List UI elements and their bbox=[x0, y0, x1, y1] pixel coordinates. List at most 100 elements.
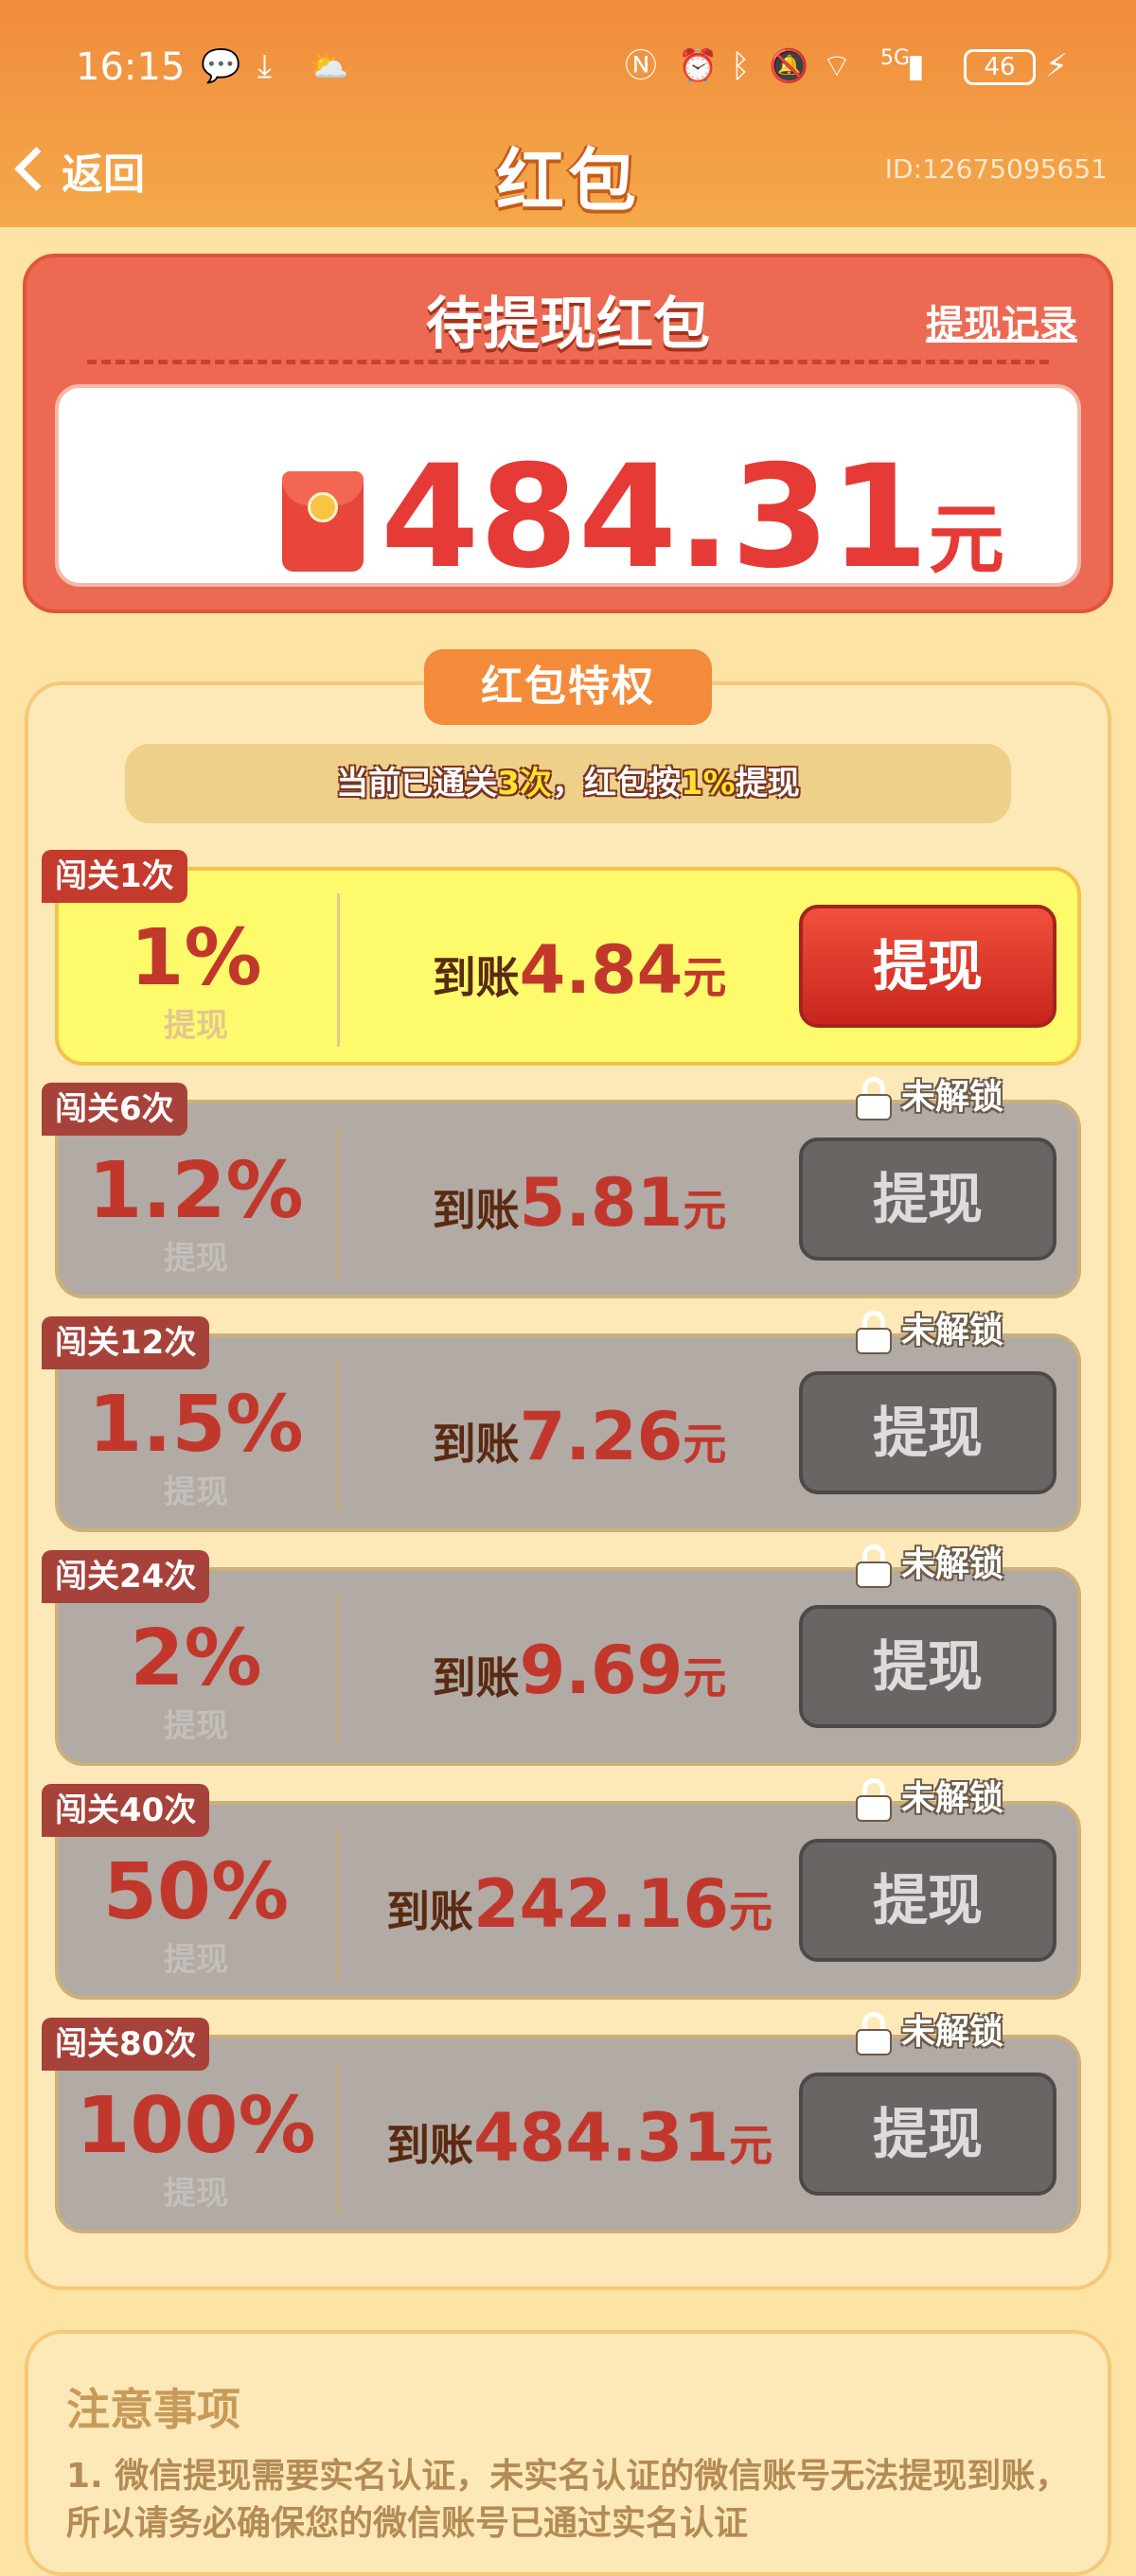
download-icon: ⤓ bbox=[257, 47, 273, 85]
receive-label: 到账 bbox=[432, 952, 520, 1003]
tier-percent-label: 提现 bbox=[164, 1941, 228, 1979]
tier-level-ribbon: 闯关12次 bbox=[42, 1316, 210, 1369]
lock-icon bbox=[855, 1311, 892, 1354]
tier-divider bbox=[337, 1594, 340, 1747]
tier-divider bbox=[337, 1827, 340, 1981]
pending-amount-unit: 元 bbox=[928, 496, 1004, 584]
tier-receive: 到账7.26元 bbox=[343, 1394, 816, 1497]
withdraw-button-disabled[interactable]: 提现 bbox=[799, 1839, 1056, 1962]
locked-badge: 未解锁 bbox=[855, 1773, 1003, 1826]
receive-label: 到账 bbox=[432, 1652, 520, 1703]
amount-box: 484.31元 bbox=[55, 384, 1081, 589]
notice-count: 3次 bbox=[497, 765, 552, 803]
withdraw-record-link[interactable]: 提现记录 bbox=[926, 293, 1077, 348]
wechat-icon: 💬 bbox=[201, 47, 241, 85]
progress-notice: 当前已通关3次，红包按1%提现 bbox=[125, 744, 1011, 823]
tier-percent-label: 提现 bbox=[164, 1240, 228, 1278]
receive-label: 到账 bbox=[432, 1419, 520, 1470]
tier-percent: 2% bbox=[130, 1614, 262, 1703]
receive-unit: 元 bbox=[683, 1652, 727, 1703]
receive-unit: 元 bbox=[683, 952, 727, 1003]
receive-unit: 元 bbox=[683, 1185, 727, 1236]
privilege-tag: 红包特权 bbox=[424, 649, 712, 725]
lock-label: 未解锁 bbox=[900, 1545, 1003, 1584]
tier-percent: 1.2% bbox=[88, 1146, 304, 1236]
tier-level-ribbon: 闯关40次 bbox=[42, 1784, 210, 1837]
notes-title: 注意事项 bbox=[66, 2384, 240, 2435]
tier-card: 闯关80次 未解锁 100% 提现 到账484.31元 提现 bbox=[42, 2012, 1081, 2233]
tier-percent: 1.5% bbox=[88, 1380, 304, 1470]
tier-receive: 到账5.81元 bbox=[343, 1160, 816, 1263]
status-time: 16:15 bbox=[76, 45, 186, 89]
receive-label: 到账 bbox=[385, 2120, 473, 2171]
tier-percent-label: 提现 bbox=[164, 2175, 228, 2213]
notice-prefix: 当前已通关 bbox=[336, 765, 498, 803]
red-envelope-icon bbox=[282, 471, 364, 572]
mute-icon: 🔕 bbox=[769, 47, 809, 85]
lock-icon bbox=[855, 1077, 892, 1120]
receive-value: 5.81 bbox=[519, 1164, 683, 1242]
pending-amount-value: 484.31 bbox=[381, 435, 929, 600]
tier-receive: 到账242.16元 bbox=[343, 1861, 816, 1965]
tier-divider bbox=[337, 1126, 340, 1279]
tier-percent-label: 提现 bbox=[164, 1707, 228, 1745]
receive-label: 到账 bbox=[385, 1886, 473, 1937]
tier-percent: 50% bbox=[102, 1847, 290, 1937]
tier-percent-label: 提现 bbox=[164, 1007, 228, 1045]
receive-value: 242.16 bbox=[472, 1865, 730, 1943]
locked-badge: 未解锁 bbox=[855, 1071, 1003, 1124]
tier-receive: 到账9.69元 bbox=[343, 1628, 816, 1731]
tier-divider bbox=[337, 893, 340, 1047]
tier-card: 闯关1次 1% 提现 到账4.84元 提现 bbox=[42, 850, 1081, 1066]
header-bar: 16:15 💬 ⤓ ⛅ Ⓝ ⏰ ᛒ 🔕 ⌔ 5G ▮ 46 ⚡ 返回 红包 ID… bbox=[0, 0, 1136, 227]
locked-badge: 未解锁 bbox=[855, 1539, 1003, 1592]
tier-level-ribbon: 闯关80次 bbox=[42, 2018, 210, 2071]
lock-icon bbox=[855, 1778, 892, 1822]
withdraw-button-disabled[interactable]: 提现 bbox=[799, 1371, 1056, 1494]
notice-middle: ，红包按 bbox=[551, 765, 681, 803]
notice-suffix: 提现 bbox=[735, 765, 800, 803]
receive-unit: 元 bbox=[729, 1886, 773, 1937]
tier-level-ribbon: 闯关1次 bbox=[42, 850, 187, 903]
pending-amount: 484.31元 bbox=[381, 447, 1004, 611]
withdraw-button-disabled[interactable]: 提现 bbox=[799, 1138, 1056, 1261]
wifi-icon: ⌔ bbox=[822, 47, 852, 85]
dashed-divider bbox=[87, 360, 1049, 364]
tier-level-ribbon: 闯关6次 bbox=[42, 1083, 187, 1136]
tier-receive: 到账4.84元 bbox=[343, 927, 816, 1031]
withdraw-button-disabled[interactable]: 提现 bbox=[799, 1605, 1056, 1728]
tier-card: 闯关24次 未解锁 2% 提现 到账9.69元 提现 bbox=[42, 1544, 1081, 1766]
receive-value: 4.84 bbox=[519, 931, 683, 1009]
tier-level-ribbon: 闯关24次 bbox=[42, 1550, 210, 1603]
nfc-icon: Ⓝ bbox=[625, 47, 657, 85]
tier-divider bbox=[337, 2061, 340, 2214]
network-type: 5G bbox=[880, 46, 911, 70]
withdraw-button-disabled[interactable]: 提现 bbox=[799, 2073, 1056, 2196]
alarm-icon: ⏰ bbox=[678, 47, 719, 85]
weather-icon: ⛅ bbox=[309, 47, 349, 85]
receive-value: 484.31 bbox=[472, 2099, 730, 2177]
charging-icon: ⚡ bbox=[1045, 47, 1068, 85]
lock-label: 未解锁 bbox=[900, 1779, 1003, 1818]
lock-icon bbox=[855, 2012, 892, 2056]
signal-icon: ▮ bbox=[907, 47, 925, 85]
notes-item: 1. 微信提现需要实名认证，未实名认证的微信账号无法提现到账，所以请务必确保您的… bbox=[66, 2457, 1070, 2543]
tier-card: 闯关40次 未解锁 50% 提现 到账242.16元 提现 bbox=[42, 1778, 1081, 2000]
tier-card: 闯关12次 未解锁 1.5% 提现 到账7.26元 提现 bbox=[42, 1311, 1081, 1532]
tier-divider bbox=[337, 1360, 340, 1513]
tier-percent-label: 提现 bbox=[164, 1473, 228, 1511]
receive-unit: 元 bbox=[729, 2120, 773, 2171]
locked-badge: 未解锁 bbox=[855, 1305, 1003, 1358]
notes-panel: 注意事项 1. 微信提现需要实名认证，未实名认证的微信账号无法提现到账，所以请务… bbox=[25, 2330, 1111, 2576]
lock-label: 未解锁 bbox=[900, 1312, 1003, 1350]
user-id: ID:12675095651 bbox=[884, 153, 1108, 185]
bluetooth-icon: ᛒ bbox=[731, 47, 751, 85]
receive-unit: 元 bbox=[683, 1419, 727, 1470]
tier-percent: 1% bbox=[130, 913, 262, 1003]
receive-value: 9.69 bbox=[519, 1632, 683, 1709]
lock-label: 未解锁 bbox=[900, 2013, 1003, 2052]
withdraw-button[interactable]: 提现 bbox=[799, 905, 1056, 1028]
lock-label: 未解锁 bbox=[900, 1078, 1003, 1117]
nav-row: 返回 红包 ID:12675095651 bbox=[0, 114, 1136, 227]
locked-badge: 未解锁 bbox=[855, 2006, 1003, 2059]
